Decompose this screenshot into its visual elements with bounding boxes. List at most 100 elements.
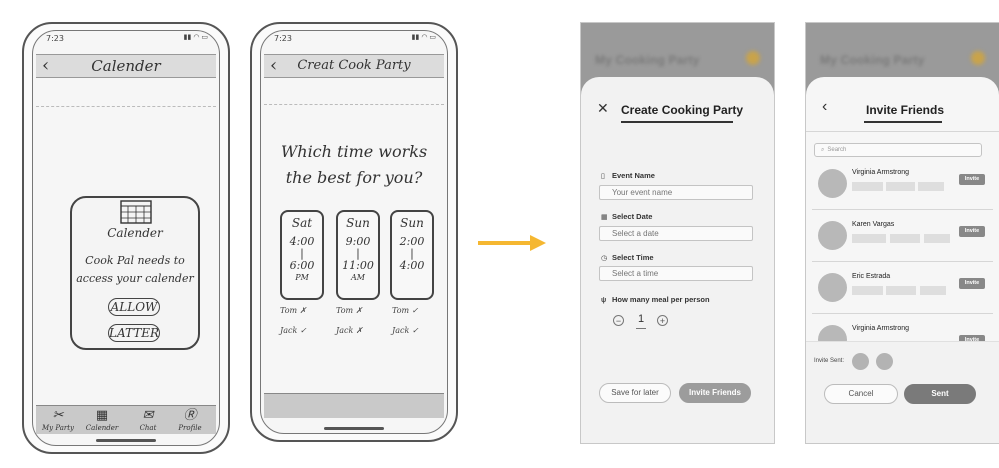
- modal-text-line2: access your calender: [76, 272, 194, 285]
- avatar: [818, 221, 847, 250]
- sent-avatar: [852, 353, 869, 370]
- page-title: Invite Friends: [866, 103, 945, 117]
- select-time-label: ◷ Select Time: [601, 253, 654, 262]
- close-icon[interactable]: ✕: [597, 101, 609, 115]
- invite-button[interactable]: Invite: [959, 174, 985, 185]
- sketch-tab-bar: ✂ My Party ▦ Calender ✉ Chat Ⓡ Profile: [36, 405, 216, 434]
- question-line2: the best for you?: [285, 168, 423, 187]
- calendar-icon: [120, 200, 152, 224]
- divider: [264, 104, 444, 105]
- background-title: My Cooking Party: [595, 53, 700, 67]
- tab-my-party[interactable]: ✂ My Party: [38, 408, 78, 432]
- sketch-header: ‹ Calender: [36, 54, 216, 78]
- vote-jack-2: Jack ✗: [336, 326, 363, 335]
- clock-icon: ◷: [601, 255, 608, 262]
- vote-jack-3: Jack ✓: [392, 326, 419, 335]
- tab-profile[interactable]: Ⓡ Profile: [170, 408, 210, 432]
- tab-calendar[interactable]: ▦ Calender: [82, 408, 122, 432]
- friend-name: Karen Vargas: [852, 221, 895, 228]
- sketch-phone-create-party: 7:23 ▮▮ ◠ ▭ ‹ Creat Cook Party Which tim…: [250, 22, 458, 442]
- meal-count-label: ψ How many meal per person: [601, 295, 710, 304]
- time-option-3[interactable]: Sun 2:00 | 4:00: [390, 210, 434, 300]
- chat-icon: ✉: [142, 408, 154, 423]
- header-divider: [806, 131, 999, 132]
- search-input[interactable]: ⌕ Search: [814, 143, 982, 157]
- create-party-sheet: ✕ Create Cooking Party ▯Event Name ▦Sele…: [581, 77, 774, 443]
- placeholder-bar: [924, 234, 950, 243]
- status-icons: ▮▮ ◠ ▭: [411, 34, 436, 41]
- tab-chat[interactable]: ✉ Chat: [128, 408, 168, 432]
- friend-row-1: Virginia Armstrong Invite: [806, 163, 999, 215]
- modal-title: Calender: [107, 226, 163, 240]
- avatar: [818, 169, 847, 198]
- utensils-icon: ✂: [52, 408, 64, 423]
- screen-invite-friends: My Cooking Party ‹ Invite Friends ⌕ Searc…: [805, 22, 999, 444]
- sent-avatar: [876, 353, 893, 370]
- placeholder-bar: [852, 182, 883, 191]
- sketch-phone-calendar: 7:23 ▮▮ ◠ ▭ ‹ Calender Calender Cook Pal…: [22, 22, 230, 454]
- vote-jack-1: Jack ✓: [280, 326, 307, 335]
- select-time-input[interactable]: [599, 266, 753, 281]
- meal-count-underline: [636, 328, 646, 329]
- invite-friends-sheet: ‹ Invite Friends ⌕ Search Virginia Armstr…: [806, 77, 999, 443]
- increment-button[interactable]: +: [657, 315, 668, 326]
- sketch-bottom-bar: [264, 393, 444, 418]
- calendar-permission-modal: Calender Cook Pal needs to access your c…: [70, 196, 200, 350]
- status-time: 7:23: [274, 34, 292, 43]
- invite-sent-panel: Invite Sent: Cancel Sent: [806, 341, 999, 443]
- calendar-icon: ▦: [601, 214, 608, 221]
- placeholder-bar: [886, 286, 916, 295]
- calendar-icon: ▦: [95, 408, 109, 423]
- invite-button[interactable]: Invite: [959, 278, 985, 289]
- vote-tom-1: Tom ✗: [280, 306, 307, 315]
- event-name-input[interactable]: [599, 185, 753, 200]
- invite-button[interactable]: Invite: [959, 226, 985, 237]
- decrement-button[interactable]: −: [613, 315, 624, 326]
- vote-tom-3: Tom ✓: [392, 306, 419, 315]
- back-chevron-icon[interactable]: ‹: [822, 99, 827, 115]
- arrow-right-icon: [530, 235, 546, 251]
- row-divider: [812, 261, 993, 262]
- event-name-label: ▯ Event Name: [601, 171, 655, 180]
- vote-tom-2: Tom ✗: [336, 306, 363, 315]
- placeholder-bar: [852, 234, 886, 243]
- page-title: Create Cooking Party: [621, 103, 744, 117]
- divider: [36, 106, 216, 107]
- friend-row-2: Karen Vargas Invite: [806, 215, 999, 267]
- background-avatar: [971, 51, 985, 65]
- friend-row-4: Virginia Armstrong Invite: [806, 319, 999, 343]
- meal-count-value: 1: [637, 313, 645, 325]
- home-indicator: [324, 427, 384, 430]
- profile-icon: Ⓡ: [183, 408, 197, 423]
- utensils-icon: ψ: [601, 297, 607, 304]
- background-avatar: [746, 51, 760, 65]
- time-option-2[interactable]: Sun 9:00 | 11:00 AM: [336, 210, 380, 300]
- friend-name: Virginia Armstrong: [852, 169, 910, 176]
- header-title: Calender: [91, 57, 161, 75]
- time-option-1[interactable]: Sat 4:00 | 6:00 PM: [280, 210, 324, 300]
- home-indicator: [96, 439, 156, 442]
- search-icon: ⌕: [821, 147, 825, 153]
- row-divider: [812, 209, 993, 210]
- invite-friends-button[interactable]: Invite Friends: [679, 383, 751, 403]
- avatar: [818, 273, 847, 302]
- placeholder-bar: [890, 234, 920, 243]
- invite-sent-label: Invite Sent:: [814, 358, 845, 364]
- save-for-later-button[interactable]: Save for later: [599, 383, 671, 403]
- later-button[interactable]: LATTER: [108, 324, 160, 342]
- select-date-label: ▦ Select Date: [601, 212, 653, 221]
- bookmark-icon: ▯: [601, 173, 605, 180]
- allow-button[interactable]: ALLOW: [108, 298, 160, 316]
- cancel-button[interactable]: Cancel: [824, 384, 898, 404]
- modal-text-line1: Cook Pal needs to: [85, 254, 185, 267]
- placeholder-bar: [918, 182, 944, 191]
- select-date-input[interactable]: [599, 226, 753, 241]
- placeholder-bar: [920, 286, 946, 295]
- screen-create-cooking-party: My Cooking Party ✕ Create Cooking Party …: [580, 22, 775, 444]
- sent-button[interactable]: Sent: [904, 384, 976, 404]
- friend-row-3: Eric Estrada Invite: [806, 267, 999, 319]
- title-underline: [621, 121, 733, 123]
- arrow-line: [478, 241, 534, 245]
- row-divider: [812, 313, 993, 314]
- background-title: My Cooking Party: [820, 53, 925, 67]
